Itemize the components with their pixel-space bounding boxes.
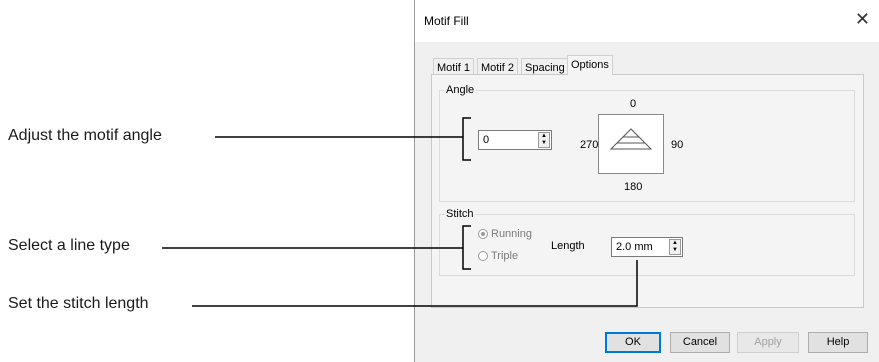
stitch-group-label: Stitch <box>444 208 476 220</box>
angle-group-label: Angle <box>444 84 477 96</box>
radio-running-label: Running <box>491 228 532 240</box>
motif-fill-dialog: Motif Fill ✕ Motif 1 Motif 2 Spacing Opt… <box>414 0 879 362</box>
spin-arrows-icon[interactable]: ▲ ▼ <box>538 132 550 148</box>
spin-arrows-icon[interactable]: ▲ ▼ <box>669 239 681 255</box>
angle-value: 0 <box>483 134 490 146</box>
tab-motif-1[interactable]: Motif 1 <box>433 58 475 75</box>
close-icon[interactable]: ✕ <box>855 9 870 29</box>
angle-spinbox[interactable]: 0 ▲ ▼ <box>478 130 552 150</box>
angle-label-left: 270 <box>580 139 599 151</box>
radio-selected-icon <box>478 229 488 239</box>
dialog-title: Motif Fill <box>424 14 469 28</box>
tab-spacing[interactable]: Spacing <box>521 58 569 75</box>
callout-line-type: Select a line type <box>8 237 130 254</box>
radio-unselected-icon <box>478 251 488 261</box>
radio-triple-label: Triple <box>491 250 519 262</box>
length-value: 2.0 mm <box>616 241 653 253</box>
triangle-motif-icon <box>609 128 653 150</box>
cancel-button[interactable]: Cancel <box>670 332 730 353</box>
angle-preview[interactable] <box>598 114 664 174</box>
length-label: Length <box>551 240 585 252</box>
radio-triple[interactable]: Triple <box>478 250 518 262</box>
tab-motif-2[interactable]: Motif 2 <box>477 58 519 75</box>
angle-label-bottom: 180 <box>624 181 643 193</box>
callout-adjust-angle: Adjust the motif angle <box>8 127 162 144</box>
apply-button[interactable]: Apply <box>737 332 799 353</box>
callout-stitch-length: Set the stitch length <box>8 295 149 312</box>
help-button[interactable]: Help <box>808 332 868 353</box>
length-spinbox[interactable]: 2.0 mm ▲ ▼ <box>611 237 683 257</box>
title-bar: Motif Fill ✕ <box>415 0 879 42</box>
angle-label-top: 0 <box>630 98 637 110</box>
radio-running[interactable]: Running <box>478 228 532 240</box>
ok-button[interactable]: OK <box>605 332 661 353</box>
angle-label-right: 90 <box>671 139 684 151</box>
tab-options[interactable]: Options <box>567 55 613 75</box>
